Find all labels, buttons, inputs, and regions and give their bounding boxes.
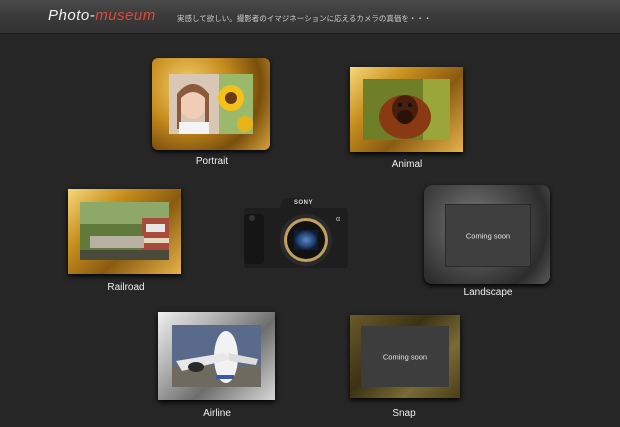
landscape-label[interactable]: Landscape bbox=[457, 287, 519, 298]
landscape-coming-soon: Coming soon bbox=[465, 231, 511, 240]
site-logo[interactable]: Photo-museum bbox=[48, 7, 156, 24]
portrait-image bbox=[169, 74, 253, 134]
snap-frame[interactable]: Coming soon bbox=[350, 315, 460, 398]
railroad-label[interactable]: Railroad bbox=[98, 282, 154, 293]
camera-image[interactable]: SONY α bbox=[244, 196, 348, 270]
snap-placeholder: Coming soon bbox=[361, 326, 449, 387]
railroad-frame[interactable] bbox=[68, 189, 181, 274]
airline-label[interactable]: Airline bbox=[194, 408, 240, 419]
top-bar: Photo-museum 実感して欲しい。撮影者のイマジネーションに応えるカメラ… bbox=[0, 0, 620, 34]
animal-image bbox=[363, 79, 450, 140]
animal-label[interactable]: Animal bbox=[382, 159, 432, 170]
camera-badge: α bbox=[336, 216, 341, 223]
camera-brand: SONY bbox=[294, 200, 314, 206]
logo-text-museum: museum bbox=[95, 7, 156, 24]
airline-photo bbox=[172, 325, 261, 387]
portrait-label[interactable]: Portrait bbox=[186, 156, 238, 167]
snap-label[interactable]: Snap bbox=[386, 408, 422, 419]
portrait-frame[interactable] bbox=[152, 58, 270, 150]
animal-photo bbox=[363, 79, 450, 140]
landscape-frame[interactable]: Coming soon bbox=[424, 185, 550, 284]
portrait-photo bbox=[169, 74, 253, 134]
snap-coming-soon: Coming soon bbox=[382, 352, 428, 361]
airline-image bbox=[172, 325, 261, 387]
logo-text-photo: Photo- bbox=[48, 7, 96, 24]
landscape-placeholder: Coming soon bbox=[445, 204, 531, 267]
railroad-photo bbox=[80, 202, 169, 260]
railroad-image bbox=[80, 202, 169, 260]
camera-icon bbox=[244, 198, 348, 268]
site-tagline: 実感して欲しい。撮影者のイマジネーションに応えるカメラの真価を・・・ bbox=[177, 14, 432, 23]
airline-frame[interactable] bbox=[158, 312, 275, 400]
animal-frame[interactable] bbox=[350, 67, 463, 152]
